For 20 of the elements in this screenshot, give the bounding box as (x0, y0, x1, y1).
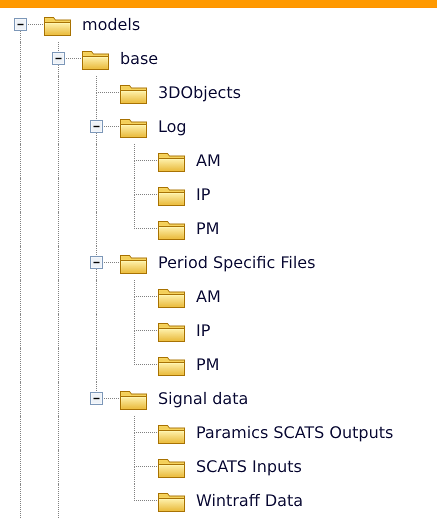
folder-label[interactable]: SCATS Inputs (196, 455, 302, 479)
folder-label[interactable]: IP (196, 183, 210, 207)
expander-toggle[interactable] (90, 256, 103, 269)
folder-label[interactable]: Period Specific Files (158, 251, 316, 275)
folder-label[interactable]: IP (196, 319, 210, 343)
folder-label[interactable]: models (82, 13, 140, 37)
expander-toggle[interactable] (52, 52, 65, 65)
folder-label[interactable]: base (120, 47, 158, 71)
folder-label[interactable]: Log (158, 115, 187, 139)
folder-label[interactable]: PM (196, 353, 220, 377)
folder-label[interactable]: AM (196, 149, 221, 173)
folder-label[interactable]: Paramics SCATS Outputs (196, 421, 394, 445)
folder-label[interactable]: Wintraff Data (196, 489, 304, 513)
folder-label[interactable]: AM (196, 285, 221, 309)
folder-label[interactable]: Signal data (158, 387, 248, 411)
expander-toggle[interactable] (90, 120, 103, 133)
expander-toggle[interactable] (14, 18, 27, 31)
folder-label[interactable]: 3DObjects (158, 81, 241, 105)
folder-label[interactable]: PM (196, 217, 220, 241)
expander-toggle[interactable] (90, 392, 103, 405)
